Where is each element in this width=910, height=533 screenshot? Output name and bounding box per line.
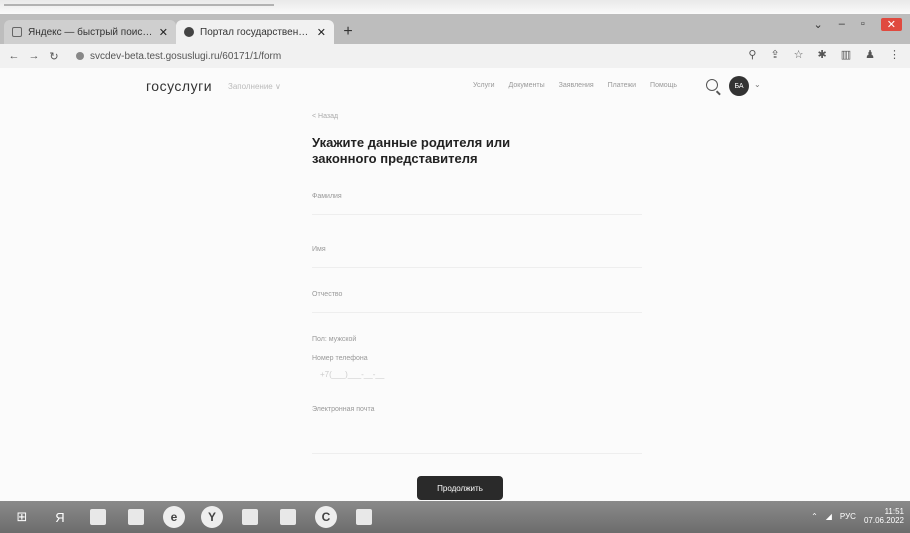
page-content: госуслуги Заполнение ∨ Услуги Документы … [0,68,910,501]
tab-close-icon[interactable]: ✕ [317,26,326,39]
clock-time: 11:51 [884,507,904,516]
reload-icon[interactable]: ↻ [46,50,62,63]
new-tab-button[interactable]: + [336,20,360,44]
field-label: Фамилия [312,193,342,200]
file-explorer-icon[interactable] [122,505,150,529]
bookmark-star-icon[interactable]: ☆ [794,48,804,61]
name-field[interactable]: Имя [312,246,642,268]
volume-icon[interactable]: ◢ [826,512,832,521]
tab-close-icon[interactable]: ✕ [159,26,168,39]
windows-taskbar: ⊞ Я e Y C ⌃ ◢ РУС 11:51 07.06.2022 [0,501,910,533]
forward-arrow-icon[interactable]: → [26,50,42,62]
patronymic-field[interactable]: Отчество [312,291,642,313]
toolbar-icons: ⚲ ⇪ ☆ ✱ ▥ ♟ ⋮ [748,48,900,61]
field-underline [312,312,642,313]
tab-favicon-icon [184,27,194,37]
nav-item-documents[interactable]: Документы [509,82,545,89]
address-bar: ← → ↻ svcdev-beta.test.gosuslugi.ru/6017… [0,44,910,68]
field-label: Электронная почта [312,406,375,413]
site-info-icon[interactable] [76,52,84,60]
back-link[interactable]: < Назад [312,113,338,120]
sidebar-icon[interactable]: ▥ [841,48,851,61]
phone-input[interactable]: +7(___)___-__-__ [312,370,642,379]
field-underline [312,214,642,215]
url-field[interactable]: svcdev-beta.test.gosuslugi.ru/60171/1/fo… [90,51,281,62]
browser-tab-bar: Яндекс — быстрый поиск в ин ✕ Портал гос… [0,14,910,44]
field-label: Номер телефона [312,355,368,362]
clock[interactable]: 11:51 07.06.2022 [864,507,904,525]
share-icon[interactable]: ⇪ [770,48,779,61]
tab-title: Яндекс — быстрый поиск в ин [28,26,153,38]
extensions-icon[interactable]: ✱ [818,48,827,61]
tab-yandex[interactable]: Яндекс — быстрый поиск в ин ✕ [4,20,176,44]
search-icon[interactable] [706,79,718,91]
tab-search-icon[interactable]: ⌄ [814,18,823,31]
nav-item-services[interactable]: Услуги [473,82,495,89]
top-nav: Услуги Документы Заявления Платежи Помощ… [473,82,677,89]
task-view-icon[interactable] [84,505,112,529]
nav-item-applications[interactable]: Заявления [559,82,594,89]
chrome-icon[interactable]: C [312,505,340,529]
app-icon-2[interactable] [350,505,378,529]
gender-field[interactable]: Пол: мужской [312,336,642,343]
region-selector[interactable]: Заполнение ∨ [228,82,281,91]
nav-item-payments[interactable]: Платежи [608,82,636,89]
system-tray: ⌃ ◢ РУС 11:51 07.06.2022 [811,507,904,525]
email-field[interactable]: Электронная почта [312,406,642,454]
avatar[interactable]: БА [729,76,749,96]
site-header: госуслуги Заполнение ∨ Услуги Документы … [0,68,910,104]
field-underline [312,453,642,454]
windows-start-icon[interactable]: ⊞ [8,505,36,529]
app-icon[interactable] [274,505,302,529]
field-label: Имя [312,246,326,253]
menu-icon[interactable]: ⋮ [889,48,900,61]
zoom-icon[interactable]: ⚲ [748,48,756,61]
minimize-icon[interactable]: – [839,18,845,31]
field-underline [312,267,642,268]
continue-button[interactable]: Продолжить [417,476,503,500]
scan-line [4,4,274,6]
site-logo[interactable]: госуслуги [146,78,212,94]
network-icon[interactable]: ⌃ [811,512,818,521]
word-icon[interactable] [236,505,264,529]
clock-date: 07.06.2022 [863,516,904,525]
language-indicator[interactable]: РУС [840,512,856,521]
window-controls: ⌄ – ▫ ✕ [814,18,902,31]
page-title: Укажите данные родителя или законного пр… [312,135,511,166]
edge-icon[interactable]: e [160,505,188,529]
maximize-icon[interactable]: ▫ [861,18,865,31]
tab-title: Портал государственных услуг [200,26,311,38]
field-label: Отчество [312,291,343,298]
field-label: Пол: мужской [312,336,357,343]
scan-strip [0,0,910,14]
surname-field[interactable]: Фамилия [312,193,642,215]
nav-item-help[interactable]: Помощь [650,82,677,89]
tab-favicon-icon [12,27,22,37]
back-arrow-icon[interactable]: ← [6,50,22,62]
yandex-search-icon[interactable]: Я [46,505,74,529]
close-window-icon[interactable]: ✕ [880,18,902,31]
phone-field[interactable]: Номер телефона +7(___)___-__-__ [312,355,642,379]
tab-gosuslugi[interactable]: Портал государственных услуг ✕ [176,20,334,44]
chevron-down-icon[interactable]: ⌄ [754,80,761,89]
yandex-browser-icon[interactable]: Y [198,505,226,529]
profile-icon[interactable]: ♟ [865,48,875,61]
